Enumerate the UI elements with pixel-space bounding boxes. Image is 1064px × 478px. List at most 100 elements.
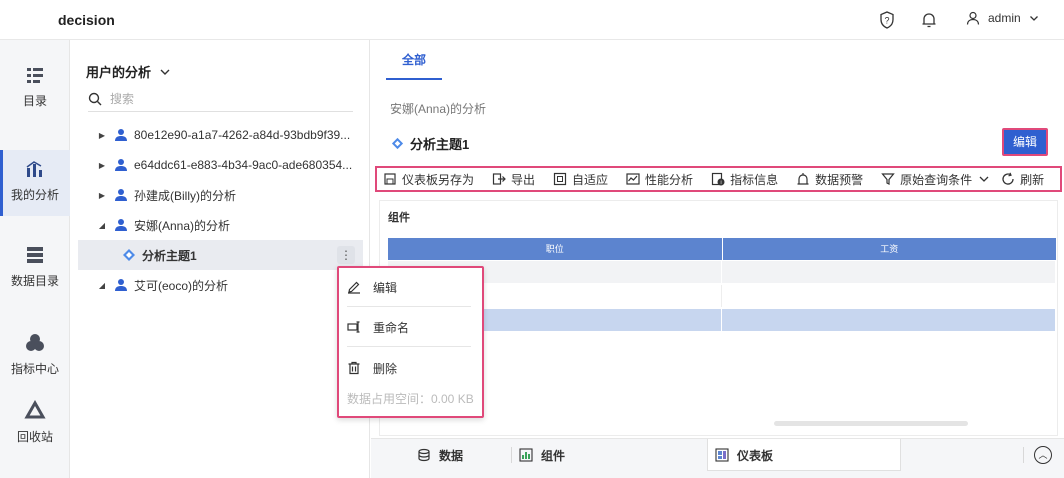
svg-text:?: ? bbox=[884, 16, 889, 26]
tab-bar: 全部 bbox=[371, 40, 1064, 80]
auto-fit-button[interactable]: 自适应 bbox=[553, 171, 608, 188]
tab-dashboard[interactable]: 仪表板 bbox=[715, 439, 773, 471]
person-icon bbox=[115, 129, 127, 141]
table-row bbox=[388, 309, 1056, 331]
tab-all[interactable]: 全部 bbox=[386, 40, 442, 80]
filter-icon bbox=[881, 173, 895, 185]
chevron-down-icon bbox=[1029, 16, 1038, 21]
analysis-icon bbox=[26, 161, 42, 177]
person-icon bbox=[115, 219, 127, 231]
widget-title: 组件 bbox=[388, 212, 410, 224]
widget-chart-icon bbox=[519, 448, 533, 462]
database-icon bbox=[418, 448, 430, 462]
edit-button[interactable]: 编辑 bbox=[1002, 128, 1048, 156]
breadcrumb[interactable]: 安娜(Anna)的分析 bbox=[390, 100, 486, 117]
svg-text:i: i bbox=[721, 180, 722, 186]
user-name: admin bbox=[988, 11, 1021, 25]
tree-row[interactable]: ◢ 安娜(Anna)的分析 bbox=[78, 210, 363, 240]
nav-label: 回收站 bbox=[16, 430, 53, 444]
tree-row[interactable]: ▶ 孙建成(Billy)的分析 bbox=[78, 180, 363, 210]
expand-arrow-icon[interactable]: ▶ bbox=[96, 191, 108, 200]
column-header[interactable]: 职位 bbox=[388, 238, 723, 260]
performance-icon bbox=[626, 173, 640, 185]
save-as-button[interactable]: 仪表板另存为 bbox=[383, 171, 474, 188]
nav-item-metrics-center[interactable]: 指标中心 bbox=[0, 332, 70, 398]
context-rename[interactable]: 重命名 bbox=[347, 312, 474, 342]
table-row bbox=[388, 285, 1056, 307]
left-nav: 目录 我的分析 数据目录 指标中心 回收站 bbox=[0, 40, 70, 478]
tree-search[interactable]: 搜索 bbox=[88, 86, 353, 112]
table-row bbox=[388, 261, 1056, 283]
dashboard-toolbar: 仪表板另存为 导出 自适应 性能分析 i 指标信息 数据预警 原始查询条件 刷新 bbox=[375, 166, 1062, 192]
metrics-center-icon bbox=[26, 334, 44, 351]
alert-icon bbox=[797, 173, 809, 185]
table-header: 职位 工资 bbox=[388, 238, 1056, 260]
auto-fit-icon bbox=[553, 172, 567, 186]
help-shield-icon[interactable]: ? bbox=[877, 10, 897, 30]
refresh-button[interactable]: 刷新 bbox=[1001, 171, 1044, 188]
query-condition-button[interactable]: 原始查询条件 bbox=[881, 171, 991, 188]
tree-row-selected[interactable]: 分析主题1 ⋮ bbox=[78, 240, 363, 270]
divider bbox=[511, 447, 512, 463]
catalog-icon bbox=[27, 68, 43, 83]
context-menu: 编辑 重命名 删除 数据占用空间：0.00 KB bbox=[337, 266, 484, 418]
tree-row[interactable]: ◢ 艾可(eoco)的分析 bbox=[78, 270, 363, 300]
page-title: 分析主题1 bbox=[391, 134, 469, 153]
nav-item-data-catalog[interactable]: 数据目录 bbox=[0, 244, 70, 310]
tab-widget[interactable]: 组件 bbox=[519, 439, 565, 471]
top-bar: decision ? admin bbox=[0, 0, 1064, 40]
nav-label: 指标中心 bbox=[10, 362, 59, 376]
notification-bell-icon[interactable] bbox=[919, 10, 939, 30]
theme-diamond-icon bbox=[391, 137, 404, 150]
divider bbox=[347, 346, 471, 347]
nav-item-recycle[interactable]: 回收站 bbox=[0, 400, 70, 466]
nav-label: 目录 bbox=[22, 94, 47, 108]
theme-diamond-icon bbox=[123, 249, 135, 261]
recycle-icon bbox=[24, 400, 46, 419]
expand-arrow-icon[interactable]: ▶ bbox=[96, 161, 108, 170]
edit-pen-icon bbox=[348, 281, 360, 294]
app-title: decision bbox=[58, 12, 115, 28]
horizontal-scrollbar[interactable] bbox=[774, 421, 968, 426]
person-icon bbox=[115, 159, 127, 171]
tree-panel: 用户的分析 搜索 ▶ 80e12e90-a1a7-4262-a84d-93bdb… bbox=[70, 40, 370, 478]
metric-info-icon: i bbox=[711, 172, 725, 186]
search-icon bbox=[88, 92, 102, 105]
user-icon bbox=[966, 11, 980, 25]
more-options-button[interactable]: ⋮ bbox=[337, 246, 355, 264]
tab-data[interactable]: 数据 bbox=[417, 439, 463, 471]
context-delete[interactable]: 删除 bbox=[347, 353, 474, 383]
bottom-bar: 数据 组件 仪表板 ︿ bbox=[371, 438, 1064, 478]
chevron-down-icon bbox=[979, 176, 989, 182]
refresh-icon bbox=[1002, 172, 1014, 185]
tree-row[interactable]: ▶ e64ddc61-e883-4b34-9ac0-ade680354... bbox=[78, 150, 363, 180]
nav-item-catalog[interactable]: 目录 bbox=[0, 64, 70, 130]
collapse-arrow-icon[interactable]: ◢ bbox=[96, 221, 108, 230]
save-as-icon bbox=[384, 173, 396, 185]
export-button[interactable]: 导出 bbox=[492, 171, 535, 188]
nav-label: 数据目录 bbox=[10, 274, 59, 288]
tree-row[interactable]: ▶ 80e12e90-a1a7-4262-a84d-93bdb9f39... bbox=[78, 120, 363, 150]
chevron-up-icon[interactable]: ︿ bbox=[1034, 446, 1052, 464]
data-alert-button[interactable]: 数据预警 bbox=[796, 171, 863, 188]
user-menu[interactable]: admin bbox=[966, 11, 1039, 25]
divider bbox=[347, 306, 471, 307]
tree-title[interactable]: 用户的分析 bbox=[86, 62, 171, 81]
metric-info-button[interactable]: i 指标信息 bbox=[711, 171, 778, 188]
search-input[interactable]: 搜索 bbox=[110, 90, 134, 107]
expand-arrow-icon[interactable]: ▶ bbox=[96, 131, 108, 140]
person-icon bbox=[115, 189, 127, 201]
rename-icon bbox=[347, 321, 360, 333]
person-icon bbox=[115, 279, 127, 291]
nav-item-my-analysis[interactable]: 我的分析 bbox=[0, 150, 70, 216]
performance-button[interactable]: 性能分析 bbox=[626, 171, 693, 188]
trash-icon bbox=[348, 361, 360, 375]
divider bbox=[1023, 447, 1024, 463]
column-header[interactable]: 工资 bbox=[723, 238, 1057, 260]
nav-label: 我的分析 bbox=[10, 188, 59, 202]
context-edit[interactable]: 编辑 bbox=[347, 272, 474, 302]
storage-info: 数据占用空间：0.00 KB bbox=[347, 392, 474, 406]
collapse-arrow-icon[interactable]: ◢ bbox=[96, 281, 108, 290]
chevron-down-icon bbox=[160, 69, 170, 75]
export-icon bbox=[492, 173, 506, 185]
